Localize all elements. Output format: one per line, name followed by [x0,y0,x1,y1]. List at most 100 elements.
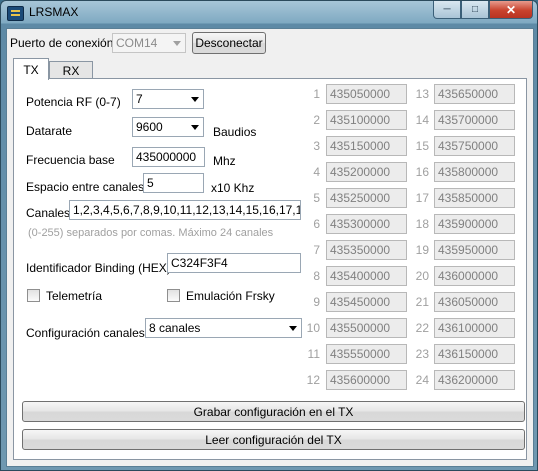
channel-number: 20 [415,269,429,283]
channel-number: 7 [313,243,320,257]
rf-power-select[interactable]: 7 [132,89,204,109]
channel-frequency-field[interactable]: 436000000 [434,266,515,286]
channels-hint: (0-255) separados por comas. Máximo 24 c… [28,227,274,239]
channel-frequency-field[interactable]: 435600000 [326,370,407,390]
spacing-unit: x10 Khz [211,181,255,195]
tx-tab-panel: Potencia RF (0-7) 7 Datarate 9600 Baudio… [13,78,527,460]
channel-frequency-field[interactable]: 435450000 [326,292,407,312]
channel-frequency-field[interactable]: 435850000 [434,188,515,208]
base-freq-label: Frecuencia base [26,153,115,167]
channel-frequency-field[interactable]: 435550000 [326,344,407,364]
save-config-button[interactable]: Grabar configuración en el TX [22,401,525,422]
channel-frequency-field[interactable]: 435300000 [326,214,407,234]
chevron-down-icon [191,97,199,102]
port-select[interactable]: COM14 [112,33,186,53]
channel-frequency-field[interactable]: 435150000 [326,136,407,156]
minimize-icon: ─ [443,4,451,15]
channel-number: 2 [313,113,320,127]
channel-frequency-field[interactable]: 435900000 [434,214,515,234]
datarate-value: 9600 [136,120,163,134]
channel-frequency-field[interactable]: 435800000 [434,162,515,182]
app-icon [7,6,24,21]
channel-number: 23 [415,347,429,361]
channel-config-value: 8 canales [149,321,201,335]
channel-frequency-field[interactable]: 436050000 [434,292,515,312]
base-freq-input[interactable]: 435000000 [132,147,205,167]
datarate-unit: Baudios [213,125,257,139]
chevron-down-icon [191,125,199,130]
datarate-label: Datarate [26,124,73,138]
channel-number: 11 [307,347,320,361]
channel-number: 19 [415,243,429,257]
disconnect-button-label: Desconectar [195,36,263,50]
channel-number: 18 [415,217,429,231]
channel-frequency-field[interactable]: 435200000 [326,162,407,182]
datarate-select[interactable]: 9600 [132,117,204,137]
maximize-icon: □ [471,4,479,15]
channel-number: 5 [313,191,320,205]
channel-number: 22 [415,321,429,335]
tab-rx[interactable]: RX [49,61,93,79]
channel-frequency-field[interactable]: 435100000 [326,110,407,130]
channel-number: 14 [415,113,429,127]
title-bar[interactable]: LRSMAX ─ □ ✕ [1,1,537,27]
channel-frequency-field[interactable]: 435700000 [434,110,515,130]
read-config-button-label: Leer configuración del TX [205,432,342,447]
rf-power-label: Potencia RF (0-7) [26,95,121,109]
channels-input[interactable]: 1,2,3,4,5,6,7,8,9,10,11,12,13,14,15,16,1… [69,200,301,220]
channel-frequency-field[interactable]: 435350000 [326,240,407,260]
frsky-label: Emulación Frsky [186,289,275,303]
channel-frequency-field[interactable]: 435950000 [434,240,515,260]
channel-frequency-field[interactable]: 435650000 [434,84,515,104]
tab-rx-label: RX [62,63,80,78]
channel-number: 15 [415,139,429,153]
telemetry-label: Telemetría [46,289,103,303]
binding-input[interactable]: C324F3F4 [167,253,301,273]
channel-frequency-field[interactable]: 436200000 [434,370,515,390]
app-window: LRSMAX ─ □ ✕ Puerto de conexión COM14 De… [0,0,538,471]
minimize-button[interactable]: ─ [433,1,461,19]
client-area: Puerto de conexión COM14 Desconectar TX … [6,28,534,467]
channel-config-label: Configuración canales [26,326,145,340]
maximize-button[interactable]: □ [461,1,489,19]
spacing-input[interactable]: 5 [143,173,204,193]
close-button[interactable]: ✕ [489,1,533,19]
base-freq-unit: Mhz [213,154,236,168]
channel-number: 1 [313,87,320,101]
channel-number: 17 [415,191,429,205]
channel-number: 9 [313,295,320,309]
channel-number: 16 [415,165,429,179]
tab-tx[interactable]: TX [13,58,49,80]
channels-label: Canales [26,206,71,220]
rf-power-value: 7 [136,92,143,106]
window-title: LRSMAX [29,5,79,19]
chevron-down-icon [173,41,181,46]
channel-config-select[interactable]: 8 canales [145,318,302,338]
channel-frequency-field[interactable]: 435400000 [326,266,407,286]
disconnect-button[interactable]: Desconectar [192,32,266,54]
close-icon: ✕ [505,2,517,17]
channel-number: 10 [306,321,320,335]
channel-frequency-field[interactable]: 435750000 [434,136,515,156]
channel-number: 3 [313,139,320,153]
binding-label: Identificador Binding (HEX) [26,261,171,275]
channel-number: 13 [415,87,429,101]
channel-number: 21 [415,295,429,309]
channel-number: 8 [313,269,320,283]
chevron-down-icon [289,326,297,331]
read-config-button[interactable]: Leer configuración del TX [22,429,525,450]
channel-frequency-field[interactable]: 435500000 [326,318,407,338]
channel-number: 6 [313,217,320,231]
save-config-button-label: Grabar configuración en el TX [193,404,354,419]
port-label: Puerto de conexión [10,36,114,50]
channel-frequency-field[interactable]: 436150000 [434,344,515,364]
frsky-checkbox[interactable] [167,289,180,302]
tab-tx-label: TX [23,62,39,77]
channel-frequency-field[interactable]: 435050000 [326,84,407,104]
channel-frequency-field[interactable]: 435250000 [326,188,407,208]
channel-number: 24 [415,373,429,387]
port-select-value: COM14 [116,36,158,50]
channel-number: 12 [306,373,320,387]
channel-frequency-field[interactable]: 436100000 [434,318,515,338]
telemetry-checkbox[interactable] [27,289,40,302]
